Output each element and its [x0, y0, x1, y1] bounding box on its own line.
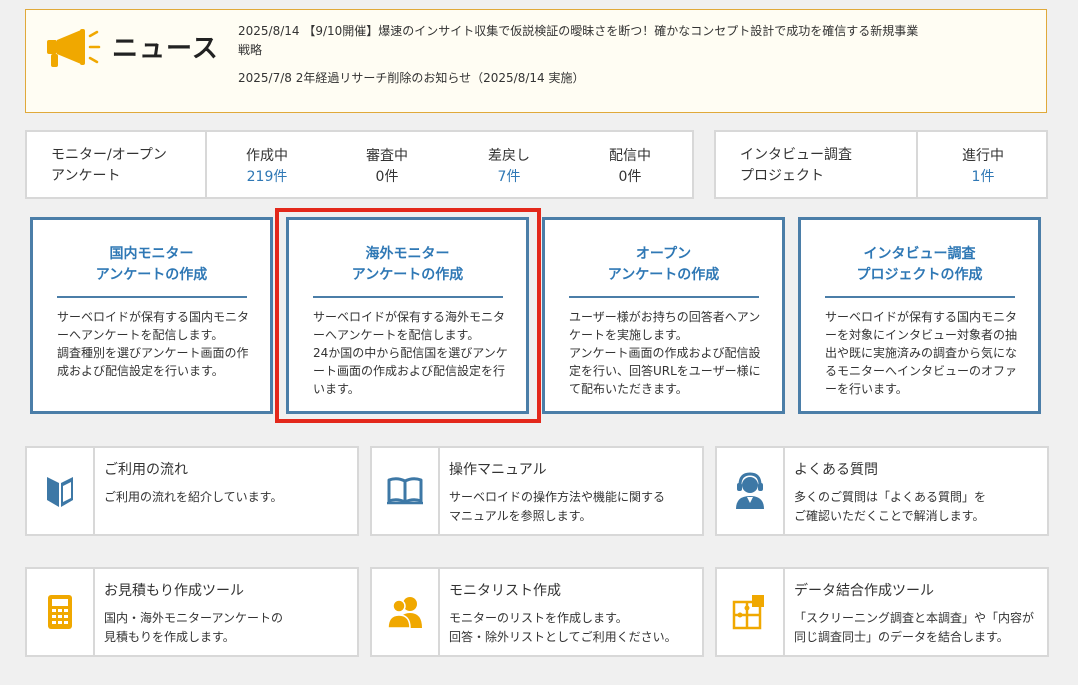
tile-usage-flow[interactable]: ご利用の流れ ご利用の流れを紹介しています。 [25, 446, 359, 536]
stat-in-progress-count[interactable]: 1件 [944, 167, 1022, 188]
tile-description: 「スクリーニング調査と本調査」や「内容が 同じ調査同士」のデータを結合します。 [794, 611, 1035, 644]
stat-returned[interactable]: 差戻し 7件 [469, 146, 549, 188]
interview-status-summary: インタビュー調査 プロジェクト 進行中 1件 [714, 130, 1048, 199]
stat-delivering-count: 0件 [618, 169, 642, 185]
tile-description: 国内・海外モニターアンケートの 見積もりを作成します。 [104, 611, 284, 644]
tile-title: お見積もり作成ツール [104, 583, 244, 599]
support-operator-icon [736, 472, 764, 509]
puzzle-icon [732, 595, 764, 630]
beginner-mark-icon [47, 477, 73, 507]
news-text[interactable]: 【9/10開催】爆速のインサイト収集で仮説検証の曖昧さを断つ！確かなコンセプト設… [238, 24, 918, 57]
news-list: 2025/8/14 【9/10開催】爆速のインサイト収集で仮説検証の曖昧さを断つ… [238, 22, 928, 97]
calculator-icon [48, 595, 72, 629]
tile-description: サーベロイドの操作方法や機能に関する マニュアルを参照します。 [449, 490, 666, 523]
stat-in-progress[interactable]: 進行中 1件 [944, 146, 1022, 188]
card-description: ユーザー様がお持ちの回答者へアンケートを実施します。 アンケート画面の作成および… [569, 310, 761, 396]
tile-title: データ結合作成ツール [794, 583, 934, 599]
news-panel: ニュース 2025/8/14 【9/10開催】爆速のインサイト収集で仮説検証の曖… [25, 9, 1047, 113]
news-item[interactable]: 2025/7/8 2年経過リサーチ削除のお知らせ（2025/8/14 実施） [238, 69, 928, 88]
news-date: 2025/8/14 [238, 24, 300, 38]
interview-status-label: インタビュー調査 プロジェクト [740, 147, 852, 184]
stat-returned-count[interactable]: 7件 [469, 167, 549, 188]
survey-status-summary: モニター/オープン アンケート 作成中 219件 審査中 0件 差戻し 7件 配… [25, 130, 694, 199]
card-title: 国内モニター アンケートの作成 [95, 246, 208, 283]
tile-title: ご利用の流れ [104, 462, 188, 478]
survey-status-label: モニター/オープン アンケート [51, 147, 167, 184]
tile-title: よくある質問 [794, 462, 878, 478]
tile-data-merge-tool[interactable]: データ結合作成ツール 「スクリーニング調査と本調査」や「内容が 同じ調査同士」の… [715, 567, 1049, 657]
stat-creating-count[interactable]: 219件 [227, 167, 307, 188]
news-title: ニュース [112, 34, 219, 64]
megaphone-icon [47, 29, 101, 67]
news-text[interactable]: 2年経過リサーチ削除のお知らせ（2025/8/14 実施） [296, 71, 585, 85]
news-item[interactable]: 2025/8/14 【9/10開催】爆速のインサイト収集で仮説検証の曖昧さを断つ… [238, 22, 928, 60]
card-description: サーベロイドが保有する国内モニターへアンケートを配信します。 調査種別を選びアン… [57, 310, 250, 378]
card-title: インタビュー調査 プロジェクトの作成 [856, 246, 983, 283]
tile-monitor-list[interactable]: モニタリスト作成 モニターのリストを作成します。 回答・除外リストとしてご利用く… [370, 567, 704, 657]
tile-operation-manual[interactable]: 操作マニュアル サーベロイドの操作方法や機能に関する マニュアルを参照します。 [370, 446, 704, 536]
create-domestic-survey-card[interactable]: 国内モニター アンケートの作成 サーベロイドが保有する国内モニターへアンケートを配… [30, 217, 273, 414]
create-open-survey-card[interactable]: オープン アンケートの作成 ユーザー様がお持ちの回答者へアンケートを実施します。 … [542, 217, 785, 414]
create-interview-project-card[interactable]: インタビュー調査 プロジェクトの作成 サーベロイドが保有する国内モニターを対象にイ… [798, 217, 1041, 414]
tile-title: モニタリスト作成 [449, 583, 561, 599]
stat-reviewing-count: 0件 [375, 169, 399, 185]
tile-description: ご利用の流れを紹介しています。 [104, 490, 283, 504]
card-title: オープン アンケートの作成 [607, 246, 720, 283]
users-icon [387, 597, 422, 629]
stat-delivering: 配信中 0件 [590, 146, 670, 188]
tile-description: 多くのご質問は「よくある質問」を ご確認いただくことで解消します。 [794, 490, 987, 523]
tile-faq[interactable]: よくある質問 多くのご質問は「よくある質問」を ご確認いただくことで解消します。 [715, 446, 1049, 536]
card-description: サーベロイドが保有する国内モニターを対象にインタビュー対象者の抽出や既に実施済み… [825, 310, 1018, 396]
book-icon [387, 477, 423, 505]
news-date: 2025/7/8 [238, 71, 292, 85]
tile-title: 操作マニュアル [449, 462, 547, 478]
selection-highlight [275, 208, 541, 423]
tile-estimate-tool[interactable]: お見積もり作成ツール 国内・海外モニターアンケートの 見積もりを作成します。 [25, 567, 359, 657]
tile-description: モニターのリストを作成します。 回答・除外リストとしてご利用ください。 [449, 611, 677, 644]
stat-creating[interactable]: 作成中 219件 [227, 146, 307, 188]
stat-reviewing: 審査中 0件 [347, 146, 427, 188]
